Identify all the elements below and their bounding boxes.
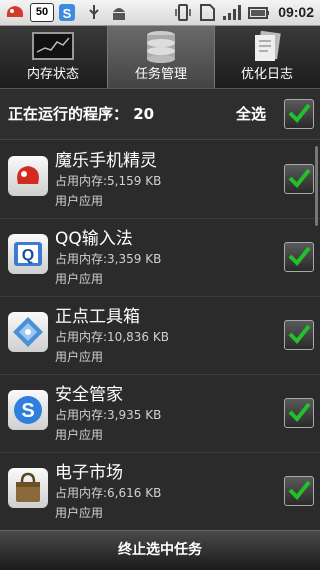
clock: 09:02 (278, 4, 314, 20)
app-checkbox[interactable] (284, 476, 314, 506)
app-checkbox[interactable] (284, 398, 314, 428)
checkmark-icon (288, 103, 311, 123)
checkmark-icon (288, 246, 311, 266)
app-type: 用户应用 (55, 194, 104, 208)
tab-label: 优化日志 (240, 67, 293, 82)
red-bird-icon (8, 156, 48, 196)
running-header: 正在运行的程序： 20 全选 (0, 89, 320, 140)
app-name: QQ输入法 (55, 229, 133, 249)
select-all-checkbox[interactable] (284, 99, 314, 129)
svg-text:S: S (21, 400, 34, 422)
sd-card-icon (198, 3, 216, 22)
end-selected-tasks-button[interactable]: 终止选中任务 (0, 530, 320, 570)
tab-optimize-log[interactable]: 优化日志 (214, 26, 320, 88)
usb-icon (86, 3, 102, 22)
chart-icon (31, 30, 75, 66)
tab-label: 任务管理 (134, 67, 187, 82)
status-bar: 50 S 09:02 (0, 0, 320, 26)
app-memory: 占用内存:5,159 KB (55, 174, 162, 188)
app-checkbox[interactable] (284, 320, 314, 350)
notification-app-icon (4, 3, 26, 22)
shopping-bag-icon (8, 468, 48, 508)
svg-text:Q: Q (22, 247, 34, 264)
badge-icon: 50 (30, 3, 54, 22)
app-memory: 占用内存:3,359 KB (55, 252, 162, 266)
battery-icon (248, 3, 270, 22)
select-all-label: 全选 (236, 105, 267, 123)
shield-s-icon: S (58, 3, 76, 22)
app-type: 用户应用 (55, 428, 104, 442)
checkmark-icon (288, 402, 311, 422)
app-name: 电子市场 (55, 463, 123, 483)
list-item[interactable]: 魔乐手机精灵 占用内存:5,159 KB 用户应用 (0, 140, 320, 219)
checkmark-icon (288, 480, 311, 500)
app-checkbox[interactable] (284, 164, 314, 194)
list-item[interactable]: 正点工具箱 占用内存:10,836 KB 用户应用 (0, 296, 320, 375)
keyboard-q-icon: Q (8, 234, 48, 274)
list-item[interactable]: Q QQ输入法 占用内存:3,359 KB 用户应用 (0, 218, 320, 297)
android-icon (111, 3, 127, 22)
app-memory: 占用内存:6,616 KB (55, 486, 162, 500)
running-count: 20 (133, 105, 155, 123)
shield-s-icon: S (8, 390, 48, 430)
scrollbar[interactable] (315, 146, 318, 226)
checkmark-icon (288, 168, 311, 188)
app-type: 用户应用 (55, 272, 104, 286)
app-memory: 占用内存:3,935 KB (55, 408, 162, 422)
app-name: 安全管家 (55, 385, 123, 405)
app-name: 魔乐手机精灵 (55, 151, 157, 171)
app-name: 正点工具箱 (55, 307, 140, 327)
list-item[interactable]: 电子市场 占用内存:6,616 KB 用户应用 (0, 452, 320, 530)
tab-memory-status[interactable]: 内存状态 (0, 26, 106, 88)
list-item[interactable]: S 安全管家 占用内存:3,935 KB 用户应用 (0, 374, 320, 453)
app-list: 魔乐手机精灵 占用内存:5,159 KB 用户应用 Q QQ输入法 占用内存:3… (0, 140, 320, 530)
app-type: 用户应用 (55, 506, 104, 520)
vibrate-icon (174, 3, 192, 22)
app-memory: 占用内存:10,836 KB (55, 330, 169, 344)
app-type: 用户应用 (55, 350, 104, 364)
tab-bar: 内存状态 任务管理 优化日志 (0, 26, 320, 89)
checkmark-icon (288, 324, 311, 344)
toolbox-icon (8, 312, 48, 352)
tab-task-manager[interactable]: 任务管理 (107, 26, 215, 88)
app-checkbox[interactable] (284, 242, 314, 272)
svg-text:S: S (63, 6, 72, 21)
running-count-label: 正在运行的程序： 20 (8, 105, 155, 123)
tab-label: 内存状态 (26, 67, 79, 82)
signal-icon (222, 3, 242, 22)
